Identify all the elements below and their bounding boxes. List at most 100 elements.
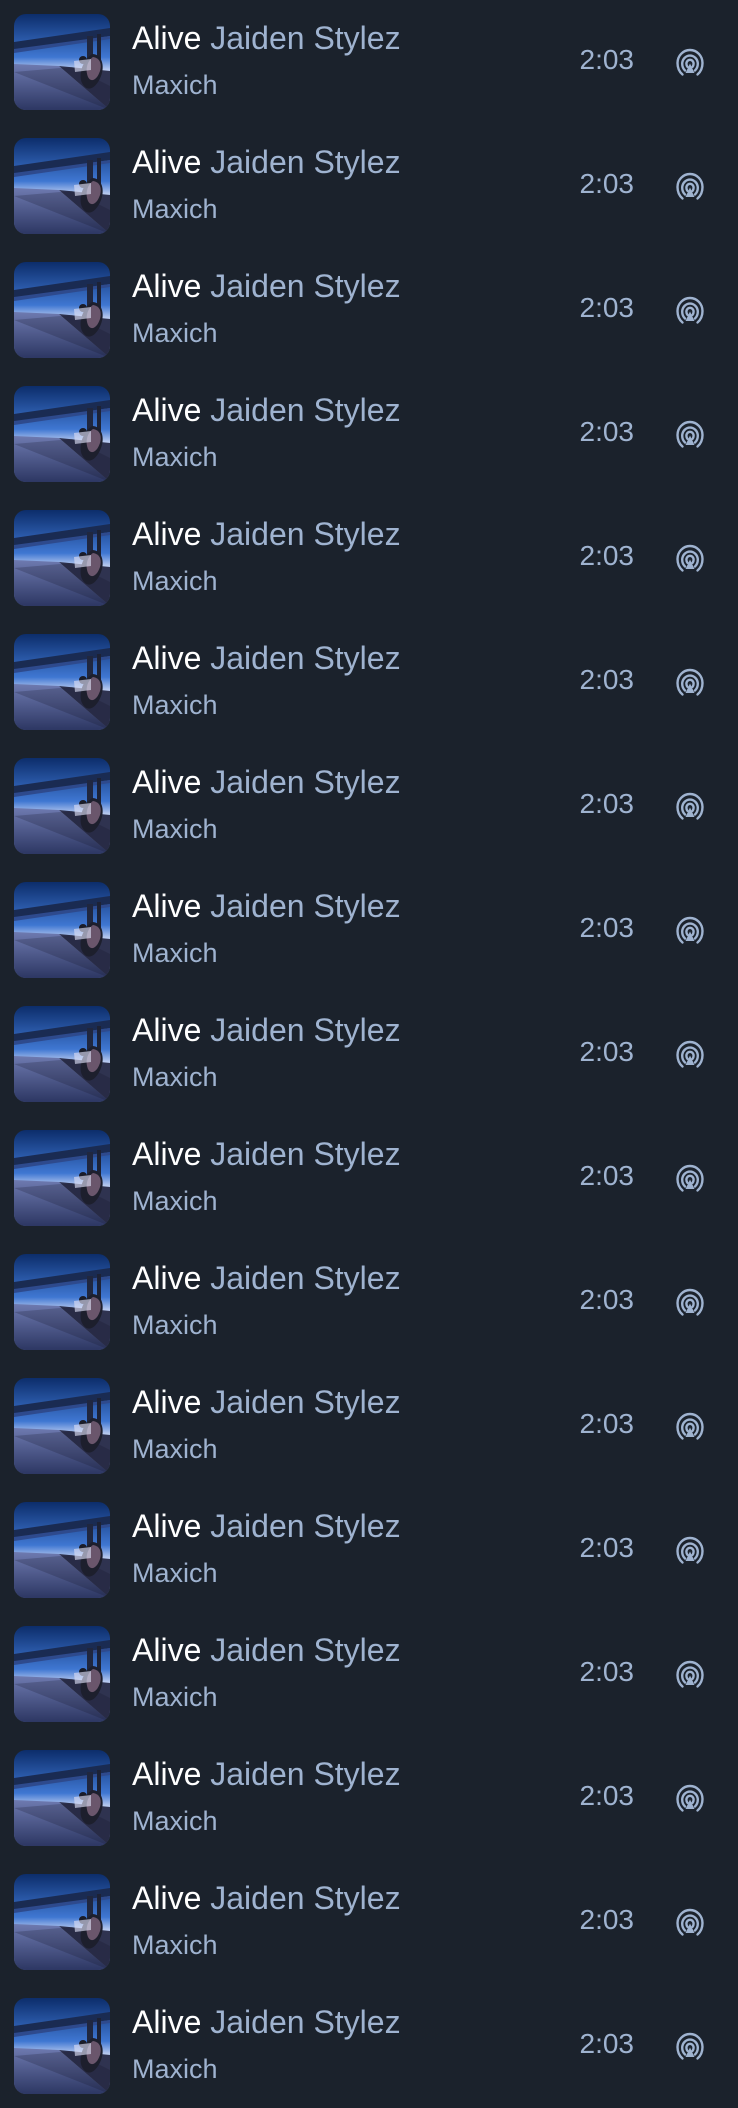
track-title-line: Alive Jaiden Stylez	[132, 1382, 401, 1422]
track-row[interactable]: Alive Jaiden Stylez Maxich 2:03	[0, 992, 738, 1116]
track-artist: Jaiden Stylez	[210, 1012, 401, 1048]
track-title-line: Alive Jaiden Stylez	[132, 1506, 401, 1546]
track-title-line: Alive Jaiden Stylez	[132, 2002, 401, 2042]
track-artist: Jaiden Stylez	[210, 1260, 401, 1296]
album-cover	[14, 1998, 110, 2094]
album-cover	[14, 1502, 110, 1598]
broadcast-icon[interactable]	[666, 286, 714, 334]
track-row[interactable]: Alive Jaiden Stylez Maxich 2:03	[0, 1736, 738, 1860]
track-artist: Jaiden Stylez	[210, 764, 401, 800]
track-artist: Jaiden Stylez	[210, 888, 401, 924]
track-artist: Jaiden Stylez	[210, 144, 401, 180]
track-duration: 2:03	[579, 292, 635, 323]
track-row[interactable]: Alive Jaiden Stylez Maxich 2:03	[0, 124, 738, 248]
track-title-line: Alive Jaiden Stylez	[132, 1754, 401, 1794]
track-title: Alive	[132, 20, 202, 56]
track-artist: Jaiden Stylez	[210, 640, 401, 676]
track-title-line: Alive Jaiden Stylez	[132, 1258, 401, 1298]
broadcast-icon[interactable]	[666, 782, 714, 830]
track-row[interactable]: Alive Jaiden Stylez Maxich 2:03	[0, 744, 738, 868]
track-row[interactable]: Alive Jaiden Stylez Maxich 2:03	[0, 1488, 738, 1612]
track-title: Alive	[132, 268, 202, 304]
track-duration: 2:03	[579, 1656, 635, 1687]
track-artist: Jaiden Stylez	[210, 20, 401, 56]
broadcast-icon[interactable]	[666, 1154, 714, 1202]
track-subartist: Maxich	[132, 690, 218, 720]
track-duration: 2:03	[579, 1532, 635, 1563]
track-title: Alive	[132, 1508, 202, 1544]
track-title: Alive	[132, 640, 202, 676]
track-row[interactable]: Alive Jaiden Stylez Maxich 2:03	[0, 1612, 738, 1736]
track-duration: 2:03	[579, 168, 635, 199]
track-title: Alive	[132, 392, 202, 428]
track-row[interactable]: Alive Jaiden Stylez Maxich 2:03	[0, 1240, 738, 1364]
track-duration: 2:03	[579, 1408, 635, 1439]
track-row[interactable]: Alive Jaiden Stylez Maxich 2:03	[0, 1364, 738, 1488]
broadcast-icon[interactable]	[666, 1526, 714, 1574]
broadcast-icon[interactable]	[666, 658, 714, 706]
track-title: Alive	[132, 764, 202, 800]
track-row[interactable]: Alive Jaiden Stylez Maxich 2:03	[0, 248, 738, 372]
track-artist: Jaiden Stylez	[210, 2004, 401, 2040]
track-subartist: Maxich	[132, 1310, 218, 1340]
album-cover	[14, 1254, 110, 1350]
broadcast-icon[interactable]	[666, 1774, 714, 1822]
broadcast-icon[interactable]	[666, 410, 714, 458]
track-row[interactable]: Alive Jaiden Stylez Maxich 2:03	[0, 1860, 738, 1984]
album-cover	[14, 14, 110, 110]
track-title: Alive	[132, 1012, 202, 1048]
track-duration: 2:03	[579, 788, 635, 819]
track-artist: Jaiden Stylez	[210, 268, 401, 304]
track-title: Alive	[132, 516, 202, 552]
broadcast-icon[interactable]	[666, 1898, 714, 1946]
track-subartist: Maxich	[132, 194, 218, 224]
album-cover	[14, 758, 110, 854]
track-title-line: Alive Jaiden Stylez	[132, 514, 401, 554]
track-title-line: Alive Jaiden Stylez	[132, 1134, 401, 1174]
track-row[interactable]: Alive Jaiden Stylez Maxich 2:03	[0, 0, 738, 124]
track-subartist: Maxich	[132, 1682, 218, 1712]
album-cover	[14, 1006, 110, 1102]
track-row[interactable]: Alive Jaiden Stylez Maxich 2:03	[0, 1984, 738, 2108]
broadcast-icon[interactable]	[666, 38, 714, 86]
album-cover	[14, 1750, 110, 1846]
track-row[interactable]: Alive Jaiden Stylez Maxich 2:03	[0, 868, 738, 992]
album-cover	[14, 1626, 110, 1722]
track-artist: Jaiden Stylez	[210, 1880, 401, 1916]
track-title-line: Alive Jaiden Stylez	[132, 886, 401, 926]
track-title: Alive	[132, 1756, 202, 1792]
broadcast-icon[interactable]	[666, 1650, 714, 1698]
track-row[interactable]: Alive Jaiden Stylez Maxich 2:03	[0, 496, 738, 620]
track-row[interactable]: Alive Jaiden Stylez Maxich 2:03	[0, 372, 738, 496]
album-cover	[14, 262, 110, 358]
track-subartist: Maxich	[132, 70, 218, 100]
track-subartist: Maxich	[132, 938, 218, 968]
track-title: Alive	[132, 888, 202, 924]
track-duration: 2:03	[579, 1904, 635, 1935]
track-duration: 2:03	[579, 664, 635, 695]
track-duration: 2:03	[579, 1036, 635, 1067]
broadcast-icon[interactable]	[666, 162, 714, 210]
track-artist: Jaiden Stylez	[210, 1508, 401, 1544]
track-subartist: Maxich	[132, 814, 218, 844]
track-duration: 2:03	[579, 1284, 635, 1315]
broadcast-icon[interactable]	[666, 1278, 714, 1326]
album-cover	[14, 1378, 110, 1474]
track-duration: 2:03	[579, 416, 635, 447]
track-title: Alive	[132, 144, 202, 180]
track-duration: 2:03	[579, 912, 635, 943]
track-title-line: Alive Jaiden Stylez	[132, 266, 401, 306]
track-title-line: Alive Jaiden Stylez	[132, 390, 401, 430]
track-row[interactable]: Alive Jaiden Stylez Maxich 2:03	[0, 1116, 738, 1240]
track-title: Alive	[132, 1632, 202, 1668]
track-row[interactable]: Alive Jaiden Stylez Maxich 2:03	[0, 620, 738, 744]
track-title-line: Alive Jaiden Stylez	[132, 762, 401, 802]
broadcast-icon[interactable]	[666, 2022, 714, 2070]
broadcast-icon[interactable]	[666, 534, 714, 582]
broadcast-icon[interactable]	[666, 906, 714, 954]
track-title: Alive	[132, 1260, 202, 1296]
track-artist: Jaiden Stylez	[210, 1384, 401, 1420]
track-title-line: Alive Jaiden Stylez	[132, 1630, 401, 1670]
broadcast-icon[interactable]	[666, 1402, 714, 1450]
broadcast-icon[interactable]	[666, 1030, 714, 1078]
